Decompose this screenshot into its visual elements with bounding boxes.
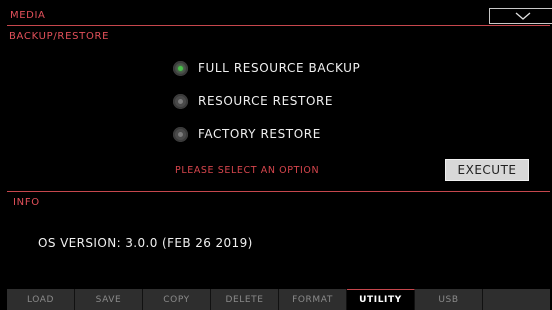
page-menu-button[interactable] [489,8,552,24]
radio-icon[interactable] [173,60,188,76]
chevron-down-icon [515,12,531,20]
tab-load[interactable]: LOAD [7,289,75,310]
tab-empty [483,289,550,310]
option-label: FULL RESOURCE BACKUP [198,61,361,75]
tab-save[interactable]: SAVE [75,289,143,310]
option-label: FACTORY RESTORE [198,127,321,141]
panel-divider [7,191,550,192]
tab-bar: LOAD SAVE COPY DELETE FORMAT UTILITY USB [7,289,550,310]
status-message: PLEASE SELECT AN OPTION [175,165,320,176]
info-title: INFO [13,197,40,208]
option-factory-restore[interactable]: FACTORY RESTORE [173,125,321,143]
title-bar: MEDIA [7,8,552,26]
option-resource-restore[interactable]: RESOURCE RESTORE [173,92,333,110]
radio-icon[interactable] [173,93,188,109]
execute-button[interactable]: EXECUTE [445,159,529,181]
backup-restore-title: BACKUP/RESTORE [9,31,110,42]
option-full-resource-backup[interactable]: FULL RESOURCE BACKUP [173,59,360,77]
tab-delete[interactable]: DELETE [211,289,279,310]
radio-icon[interactable] [173,126,188,142]
tab-usb[interactable]: USB [415,289,483,310]
tab-format[interactable]: FORMAT [279,289,347,310]
tab-copy[interactable]: COPY [143,289,211,310]
tab-utility[interactable]: UTILITY [347,289,415,310]
page-title: MEDIA [10,10,46,21]
os-version-text: OS VERSION: 3.0.0 (FEB 26 2019) [38,236,253,250]
option-label: RESOURCE RESTORE [198,94,334,108]
